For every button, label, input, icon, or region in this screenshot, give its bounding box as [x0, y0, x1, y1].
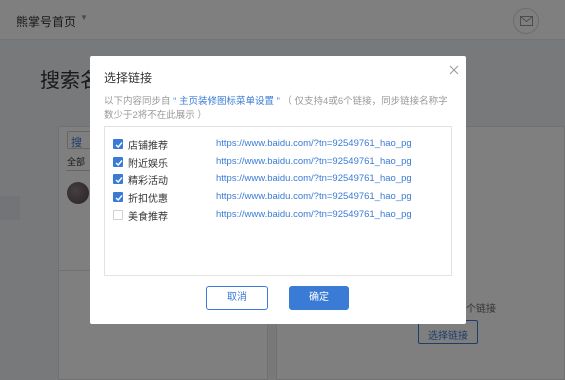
link-url[interactable]: https://www.baidu.com/?tn=92549761_hao_p… — [216, 138, 412, 149]
link-label: 美食推荐 — [128, 212, 168, 223]
dialog-title: 选择链接 — [104, 71, 153, 85]
link-url[interactable]: https://www.baidu.com/?tn=92549761_hao_p… — [216, 173, 412, 184]
list-item[interactable]: 美食推荐 https://www.baidu.com/?tn=92549761_… — [113, 208, 443, 223]
checkbox[interactable] — [113, 192, 123, 202]
list-item[interactable]: 折扣优惠 https://www.baidu.com/?tn=92549761_… — [113, 190, 443, 205]
link-list: 店铺推荐 https://www.baidu.com/?tn=92549761_… — [104, 126, 452, 276]
link-url[interactable]: https://www.baidu.com/?tn=92549761_hao_p… — [216, 209, 412, 220]
link-label: 精彩活动 — [128, 176, 168, 187]
list-item[interactable]: 店铺推荐 https://www.baidu.com/?tn=92549761_… — [113, 137, 443, 152]
link-label: 折扣优惠 — [128, 194, 168, 205]
select-link-dialog: 选择链接 以下内容同步自 “ 主页装修图标菜单设置 ” （ 仅支持4或6个链接，… — [90, 56, 466, 324]
checkbox[interactable] — [113, 157, 123, 167]
desc-prefix: 以下内容同步自 — [104, 96, 171, 107]
checkbox[interactable] — [113, 210, 123, 220]
sync-description: 以下内容同步自 “ 主页装修图标菜单设置 ” （ 仅支持4或6个链接，同步链接名… — [104, 95, 454, 123]
link-label: 附近娱乐 — [128, 159, 168, 170]
cancel-button[interactable]: 取消 — [206, 286, 268, 310]
menu-settings-link[interactable]: “ 主页装修图标菜单设置 ” — [173, 96, 280, 107]
list-item[interactable]: 精彩活动 https://www.baidu.com/?tn=92549761_… — [113, 172, 443, 187]
link-url[interactable]: https://www.baidu.com/?tn=92549761_hao_p… — [216, 156, 412, 167]
checkbox[interactable] — [113, 139, 123, 149]
confirm-button[interactable]: 确定 — [289, 286, 349, 310]
close-icon[interactable] — [447, 63, 461, 77]
link-label: 店铺推荐 — [128, 141, 168, 152]
list-item[interactable]: 附近娱乐 https://www.baidu.com/?tn=92549761_… — [113, 155, 443, 170]
link-url[interactable]: https://www.baidu.com/?tn=92549761_hao_p… — [216, 191, 412, 202]
checkbox[interactable] — [113, 174, 123, 184]
